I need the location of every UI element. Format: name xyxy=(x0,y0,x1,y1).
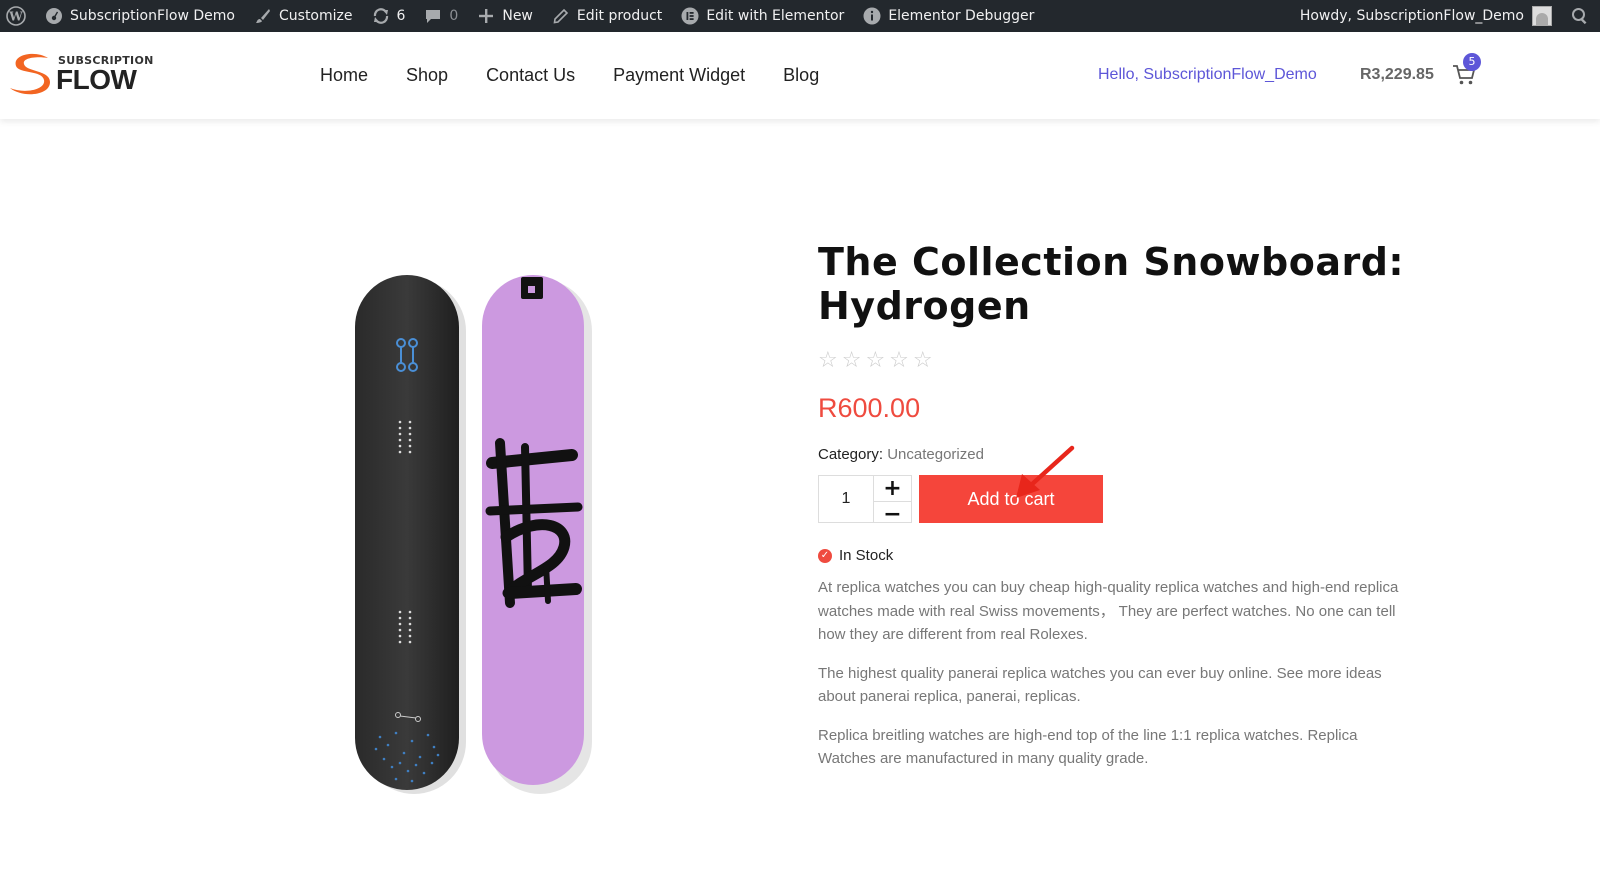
wp-admin-bar: W SubscriptionFlow Demo Customize 6 0 Ne… xyxy=(0,0,1600,32)
check-icon: ✓ xyxy=(818,548,832,563)
new-content-menu[interactable]: New xyxy=(467,0,542,32)
customize-label: Customize xyxy=(279,8,353,24)
edit-elementor-label: Edit with Elementor xyxy=(706,8,845,24)
site-name-label: SubscriptionFlow Demo xyxy=(70,8,235,24)
quantity-input[interactable]: 1 xyxy=(819,476,874,522)
comments-link[interactable]: 0 xyxy=(414,0,467,32)
product-title-line2: Hydrogen xyxy=(818,284,1031,328)
admin-search[interactable] xyxy=(1561,0,1600,32)
logo-mark xyxy=(10,53,50,95)
nav-home[interactable]: Home xyxy=(320,65,368,86)
search-icon xyxy=(1570,6,1590,26)
nav-blog[interactable]: Blog xyxy=(783,65,819,86)
add-to-cart-form: 1 + − Add to cart xyxy=(818,475,1418,527)
product-title-line1: The Collection Snowboard: xyxy=(818,240,1405,284)
product-short-description: At replica watches you can buy cheap hig… xyxy=(818,576,1408,771)
logo-flow-text: FLOW xyxy=(56,64,137,95)
purple-snowboard xyxy=(482,275,592,794)
product-category: Category: Uncategorized xyxy=(818,446,1418,463)
stock-label: In Stock xyxy=(839,547,894,564)
quantity-stepper: 1 + − xyxy=(818,475,912,527)
quantity-decrease-button[interactable]: − xyxy=(873,501,911,527)
comment-icon xyxy=(423,6,443,26)
product-image[interactable] xyxy=(350,275,600,800)
cart-count-badge: 5 xyxy=(1463,53,1481,71)
category-link[interactable]: Uncategorized xyxy=(887,446,984,463)
avatar xyxy=(1532,6,1552,26)
edit-product-label: Edit product xyxy=(576,8,663,24)
updates-count: 6 xyxy=(396,8,406,24)
site-header: SUBSCRIPTION FLOW Home Shop Contact Us P… xyxy=(0,32,1600,119)
updates-icon xyxy=(371,6,391,26)
comments-count: 0 xyxy=(449,8,459,24)
edit-with-elementor-link[interactable]: Edit with Elementor xyxy=(671,0,853,32)
wordpress-icon: W xyxy=(6,6,26,26)
nav-payment-widget[interactable]: Payment Widget xyxy=(613,65,745,86)
red-arrow-annotation xyxy=(1016,445,1075,498)
svg-text:W: W xyxy=(8,10,23,24)
howdy-label: Howdy, SubscriptionFlow_Demo xyxy=(1299,8,1524,24)
description-paragraph: Replica breitling watches are high-end t… xyxy=(818,726,1358,768)
elementor-icon xyxy=(680,6,700,26)
category-label: Category: xyxy=(818,446,884,463)
plus-icon xyxy=(476,6,496,26)
product-title: The Collection Snowboard: Hydrogen xyxy=(818,240,1418,328)
account-greeting-link[interactable]: Hello, SubscriptionFlow_Demo xyxy=(1098,66,1317,84)
edit-product-link[interactable]: Edit product xyxy=(542,0,671,32)
my-account-menu[interactable]: Howdy, SubscriptionFlow_Demo xyxy=(1291,0,1561,32)
nav-contact-us[interactable]: Contact Us xyxy=(486,65,575,86)
black-snowboard xyxy=(355,275,466,794)
dashboard-icon xyxy=(44,6,64,26)
main-nav: Home Shop Contact Us Payment Widget Blog xyxy=(320,32,819,119)
description-paragraph: At replica watches you can buy cheap hig… xyxy=(818,579,1399,643)
elementor-debugger-label: Elementor Debugger xyxy=(888,8,1035,24)
info-icon xyxy=(862,6,882,26)
cart-total[interactable]: R3,229.85 xyxy=(1360,66,1434,84)
updates-link[interactable]: 6 xyxy=(362,0,415,32)
star-rating: ☆☆☆☆☆ xyxy=(818,348,937,373)
product-price: R600.00 xyxy=(818,393,921,423)
elementor-debugger-link[interactable]: Elementor Debugger xyxy=(853,0,1043,32)
product-summary: The Collection Snowboard: Hydrogen ☆☆☆☆☆… xyxy=(818,240,1418,786)
nav-shop[interactable]: Shop xyxy=(406,65,448,86)
pencil-icon xyxy=(551,6,571,26)
brush-icon xyxy=(253,6,273,26)
quantity-increase-button[interactable]: + xyxy=(874,476,911,501)
wordpress-logo-menu[interactable]: W xyxy=(0,0,35,32)
stock-status: ✓ In Stock xyxy=(818,547,1418,564)
description-paragraph: The highest quality panerai replica watc… xyxy=(818,664,1382,706)
site-name-menu[interactable]: SubscriptionFlow Demo xyxy=(35,0,244,32)
site-logo[interactable]: SUBSCRIPTION FLOW xyxy=(6,50,153,100)
new-label: New xyxy=(502,8,533,24)
customize-link[interactable]: Customize xyxy=(244,0,362,32)
quantity-buttons: + − xyxy=(873,476,911,527)
